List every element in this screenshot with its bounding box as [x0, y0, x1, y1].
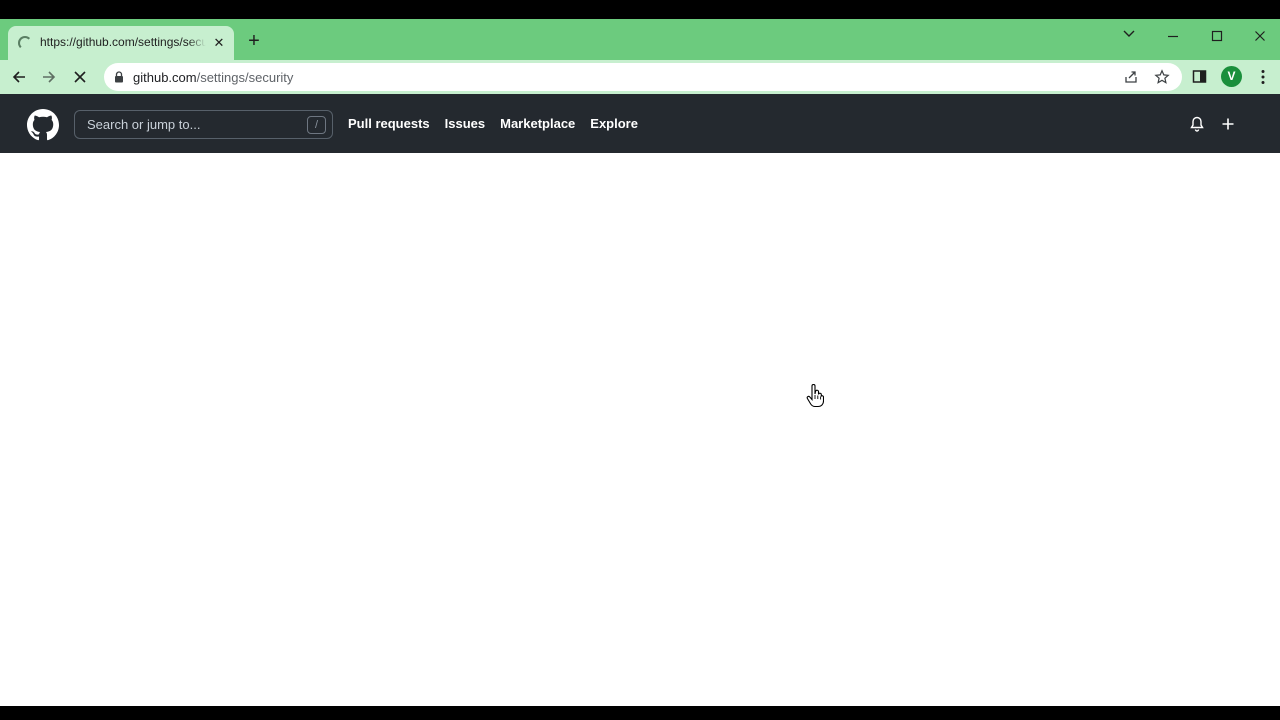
github-header: Search or jump to... / Pull requests Iss…: [0, 94, 1280, 153]
close-icon[interactable]: [1245, 23, 1275, 49]
tab-search-chevron-icon[interactable]: [1114, 23, 1144, 49]
new-tab-button[interactable]: +: [244, 31, 264, 51]
hand-cursor-icon: [806, 384, 825, 413]
address-path: /settings/security: [196, 70, 294, 85]
tab-strip: https://github.com/settings/security ✕ +: [0, 19, 1280, 60]
star-icon[interactable]: [1154, 69, 1170, 85]
address-bar[interactable]: github.com/settings/security: [104, 63, 1182, 91]
kebab-menu-icon[interactable]: [1254, 68, 1272, 86]
github-octocat-icon[interactable]: [27, 109, 59, 146]
lock-icon[interactable]: [114, 70, 124, 88]
maximize-icon[interactable]: [1202, 23, 1232, 49]
minimize-icon[interactable]: [1158, 23, 1188, 49]
plus-icon[interactable]: [1220, 116, 1236, 137]
github-search-input[interactable]: Search or jump to... /: [74, 110, 333, 139]
search-shortcut-key: /: [307, 116, 326, 134]
browser-tab[interactable]: https://github.com/settings/security ✕: [8, 26, 234, 60]
page-content-loading: [0, 153, 1280, 706]
address-host: github.com: [133, 70, 197, 85]
share-icon[interactable]: [1123, 69, 1139, 85]
browser-toolbar: github.com/settings/security V: [0, 60, 1280, 94]
browser-window: https://github.com/settings/security ✕ +: [0, 19, 1280, 706]
nav-issues[interactable]: Issues: [445, 116, 485, 131]
bell-icon[interactable]: [1189, 116, 1205, 137]
side-panel-icon[interactable]: [1191, 68, 1209, 86]
stop-loading-icon[interactable]: [68, 65, 92, 89]
tab-close-icon[interactable]: ✕: [210, 34, 228, 52]
search-placeholder: Search or jump to...: [87, 117, 201, 132]
address-url: github.com/settings/security: [133, 70, 293, 85]
profile-avatar[interactable]: V: [1221, 66, 1242, 87]
tab-title: https://github.com/settings/security: [40, 35, 206, 49]
nav-marketplace[interactable]: Marketplace: [500, 116, 575, 131]
back-arrow-icon[interactable]: [7, 65, 31, 89]
nav-pull-requests[interactable]: Pull requests: [348, 116, 430, 131]
github-nav: Pull requests Issues Marketplace Explore: [348, 116, 638, 131]
nav-explore[interactable]: Explore: [590, 116, 638, 131]
forward-arrow-icon[interactable]: [37, 65, 61, 89]
screen: https://github.com/settings/security ✕ +: [0, 0, 1280, 720]
loading-spinner-icon: [18, 36, 32, 50]
